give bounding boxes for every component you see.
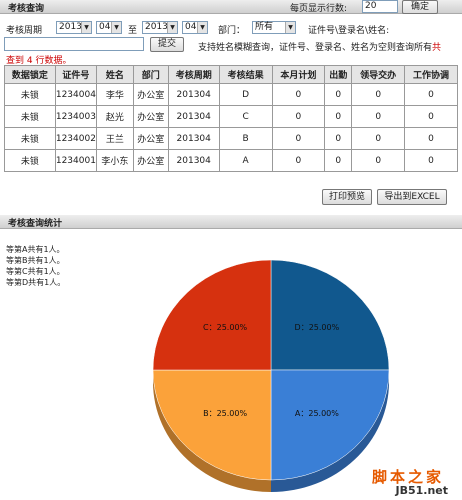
pie-label-D: D：25.00%	[295, 323, 340, 332]
pie-slice-A	[270, 369, 390, 481]
pie-label-A: A：25.00%	[295, 409, 339, 418]
pie-slice-D	[270, 259, 390, 371]
pie-label-C: C：25.00%	[203, 323, 247, 332]
pie-slice-C	[152, 259, 272, 371]
watermark-site-text: JB51.net	[395, 484, 448, 497]
pie-chart: D：25.00% A：25.00% B：25.00% C：25.00%	[152, 259, 390, 492]
pie-label-B: B：25.00%	[203, 409, 247, 418]
pie-slice-B	[152, 369, 272, 481]
